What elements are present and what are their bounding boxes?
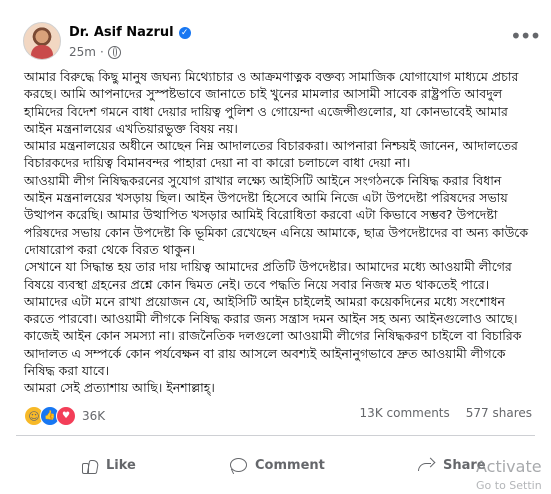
share-icon (417, 456, 435, 474)
post-meta: 25m · (69, 45, 121, 59)
more-options-button[interactable]: ••• (510, 26, 541, 50)
like-label: Like (106, 457, 136, 473)
comments-count[interactable]: 13K comments (360, 406, 450, 420)
reaction-summary[interactable]: ☺ 👍 ♥ 36K (24, 406, 105, 426)
more-horizontal-icon: ••• (510, 24, 541, 48)
post-paragraph: সেখানে যা সিদ্ধান্ত হয় তার দায় দায়িত্… (24, 259, 512, 292)
comment-button[interactable]: Comment (229, 448, 325, 482)
post-paragraph: আমার বিরুদ্ধে কিছু মানুষ জঘন্য মিথ্যোচার… (24, 69, 519, 136)
avatar[interactable] (23, 22, 61, 60)
comment-icon (229, 456, 247, 474)
activation-watermark-title: Activate (476, 457, 542, 476)
thumbs-up-icon (80, 456, 98, 474)
post-time[interactable]: 25m (69, 45, 96, 59)
love-reaction-icon: ♥ (56, 406, 76, 426)
like-button[interactable]: Like (80, 448, 136, 482)
post-body: আমার বিরুদ্ধে কিছু মানুষ জঘন্য মিথ্যোচার… (24, 68, 529, 397)
author-line: Dr. Asif Nazrul ✓ (69, 25, 191, 40)
engagement-stats: 13K comments 577 shares (360, 406, 532, 420)
dot-separator: · (99, 45, 104, 59)
globe-icon (107, 45, 121, 59)
post-paragraph: আমার মন্ত্রনালয়ের অধীনে আছেন নিম্ন আদাল… (24, 138, 518, 171)
post-actions: Like Comment Share (0, 448, 551, 482)
reactions-count[interactable]: 36K (82, 409, 105, 423)
comment-label: Comment (255, 457, 325, 473)
shares-count[interactable]: 577 shares (466, 406, 532, 420)
post-paragraph: আমাদের এটা মনে রাখা প্রয়োজন যে, আইসিটি … (24, 293, 522, 379)
facebook-post: Dr. Asif Nazrul ✓ 25m · ••• আমার বিরুদ্ধ… (0, 0, 551, 494)
post-paragraph: আওয়ামী লীগ নিষিদ্ধকরনের সুযোগ রাখার লক্… (24, 172, 529, 257)
post-paragraph: আমরা সেই প্রত্যাশায় আছি। ইনশাল্লাহ্। (24, 380, 215, 396)
author-name[interactable]: Dr. Asif Nazrul (69, 25, 174, 40)
activation-watermark-subtitle: Go to Settin (476, 479, 542, 492)
verified-badge-icon: ✓ (178, 26, 191, 39)
actions-divider (16, 435, 535, 436)
